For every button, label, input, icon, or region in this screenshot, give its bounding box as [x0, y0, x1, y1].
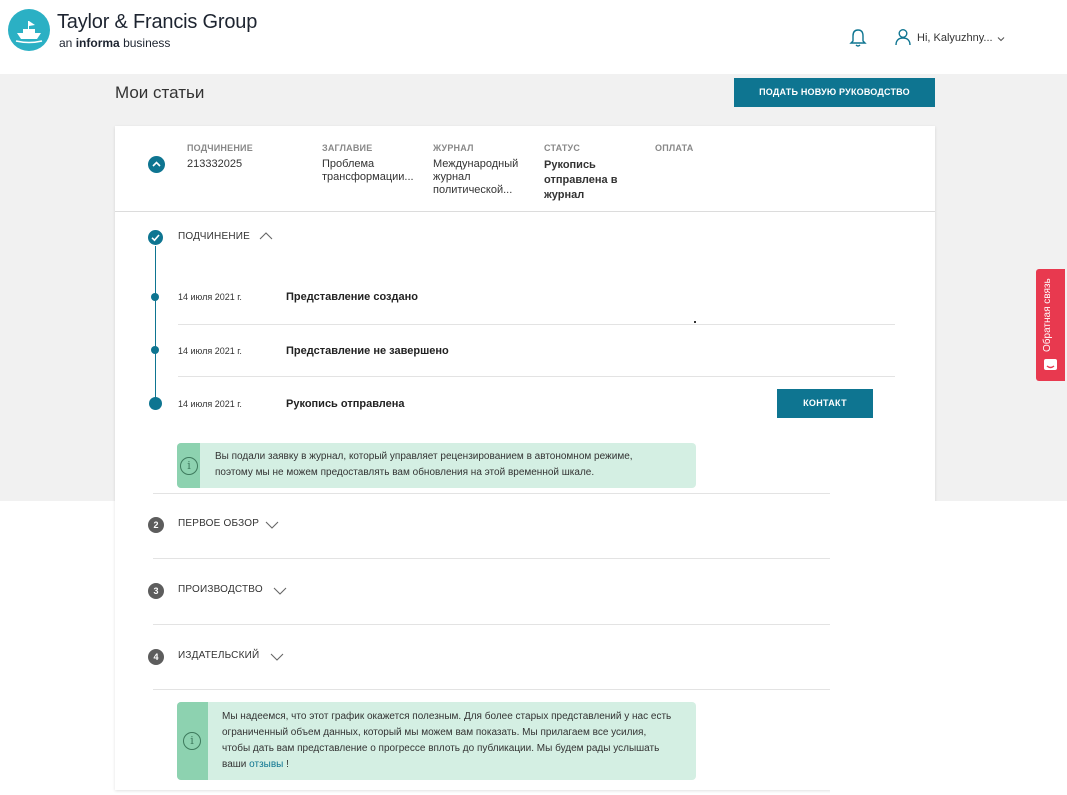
info-line: ограниченный объем данных, который мы мо… [222, 727, 647, 738]
top-header: Taylor & Francis Group an informa busine… [0, 0, 1067, 74]
event-title: Представление создано [286, 291, 418, 303]
divider [178, 376, 895, 377]
step-number: 3 [148, 583, 164, 599]
event-title: Представление не завершено [286, 345, 449, 357]
event-title: Рукопись отправлена [286, 398, 405, 410]
info-line: ваши отзывы ! [222, 757, 692, 773]
divider [153, 558, 830, 559]
column-header-journal: ЖУРНАЛ [433, 143, 474, 153]
timeline-dot [151, 346, 159, 354]
user-icon[interactable] [894, 28, 912, 46]
brand-title: Taylor & Francis Group [57, 11, 258, 33]
column-header-title: ЗАГЛАВИЕ [322, 143, 373, 153]
page-background-lower [830, 501, 1067, 795]
brand-sub-prefix: an [59, 36, 73, 50]
event-date: 14 июля 2021 г. [178, 346, 242, 356]
chevron-up-icon[interactable] [259, 232, 273, 240]
tf-logo-icon[interactable] [8, 9, 50, 51]
chevron-down-icon[interactable] [265, 521, 279, 529]
info-line: поэтому мы не можем предоставлять вам об… [215, 467, 595, 478]
notification-bell-icon[interactable] [849, 28, 867, 48]
step-number: 2 [148, 517, 164, 533]
info-line-suffix: ! [286, 759, 289, 770]
event-date: 14 июля 2021 г. [178, 399, 242, 409]
info-line-prefix: ваши [222, 759, 247, 770]
chevron-down-icon[interactable] [273, 587, 287, 595]
step-label-submission[interactable]: ПОДЧИНЕНИЕ [178, 231, 250, 242]
chevron-down-icon[interactable] [270, 653, 284, 661]
timeline-dot [151, 293, 159, 301]
brand-subtitle: an informa business [59, 36, 170, 50]
offline-review-notice: i Вы подали заявку в журнал, который упр… [177, 443, 696, 488]
submit-new-manuscript-button[interactable]: ПОДАТЬ НОВУЮ РУКОВОДСТВО [734, 78, 935, 107]
stray-dot [694, 321, 696, 323]
chat-icon[interactable] [1044, 359, 1057, 370]
page-title: Мои статьи [115, 83, 205, 102]
info-text: Мы надеемся, что этот график окажется по… [222, 709, 692, 773]
info-line: чтобы дать вам представление о прогрессе… [222, 743, 660, 754]
step-label-first-review[interactable]: ПЕРВОЕ ОБЗОР [178, 518, 259, 529]
event-date: 14 июля 2021 г. [178, 292, 242, 302]
info-text: Вы подали заявку в журнал, который управ… [215, 449, 685, 481]
column-header-payment: ОПЛАТА [655, 143, 694, 153]
submission-status: Рукопись отправлена в журнал [544, 159, 618, 201]
column-header-submission: ПОДЧИНЕНИЕ [187, 143, 253, 153]
submission-journal: Международный журнал политической... [433, 158, 519, 196]
check-icon [148, 230, 163, 245]
feedback-tab-label[interactable]: Обратная связь [1042, 278, 1053, 352]
submission-id: 213332025 [187, 158, 243, 170]
divider [153, 689, 830, 690]
collapse-button[interactable] [148, 156, 165, 173]
divider [115, 211, 935, 212]
submission-title: Проблема трансформации... [322, 158, 414, 183]
chevron-down-icon[interactable] [997, 36, 1005, 42]
user-greeting[interactable]: Hi, Kalyuzhny... [917, 32, 993, 44]
brand-sub-bold: informa [75, 36, 120, 50]
info-line: Вы подали заявку в журнал, который управ… [215, 451, 633, 462]
brand-sub-suffix: business [123, 36, 171, 50]
step-number: 4 [148, 649, 164, 665]
chevron-up-icon [152, 161, 161, 167]
divider [153, 624, 830, 625]
step-label-publishing[interactable]: ИЗДАТЕЛЬСКИЙ [178, 650, 259, 661]
info-icon: i [183, 732, 201, 750]
timeline-line [155, 246, 156, 402]
divider [153, 493, 830, 494]
contact-button[interactable]: КОНТАКТ [777, 389, 873, 418]
feedback-link[interactable]: отзывы [249, 759, 283, 770]
info-line: Мы надеемся, что этот график окажется по… [222, 711, 672, 722]
timeline-help-notice: i Мы надеемся, что этот график окажется … [177, 702, 696, 780]
timeline-dot-current [149, 397, 162, 410]
column-header-status: СТАТУС [544, 143, 581, 153]
info-icon: i [180, 457, 198, 475]
divider [178, 324, 895, 325]
step-label-production[interactable]: ПРОИЗВОДСТВО [178, 584, 263, 595]
